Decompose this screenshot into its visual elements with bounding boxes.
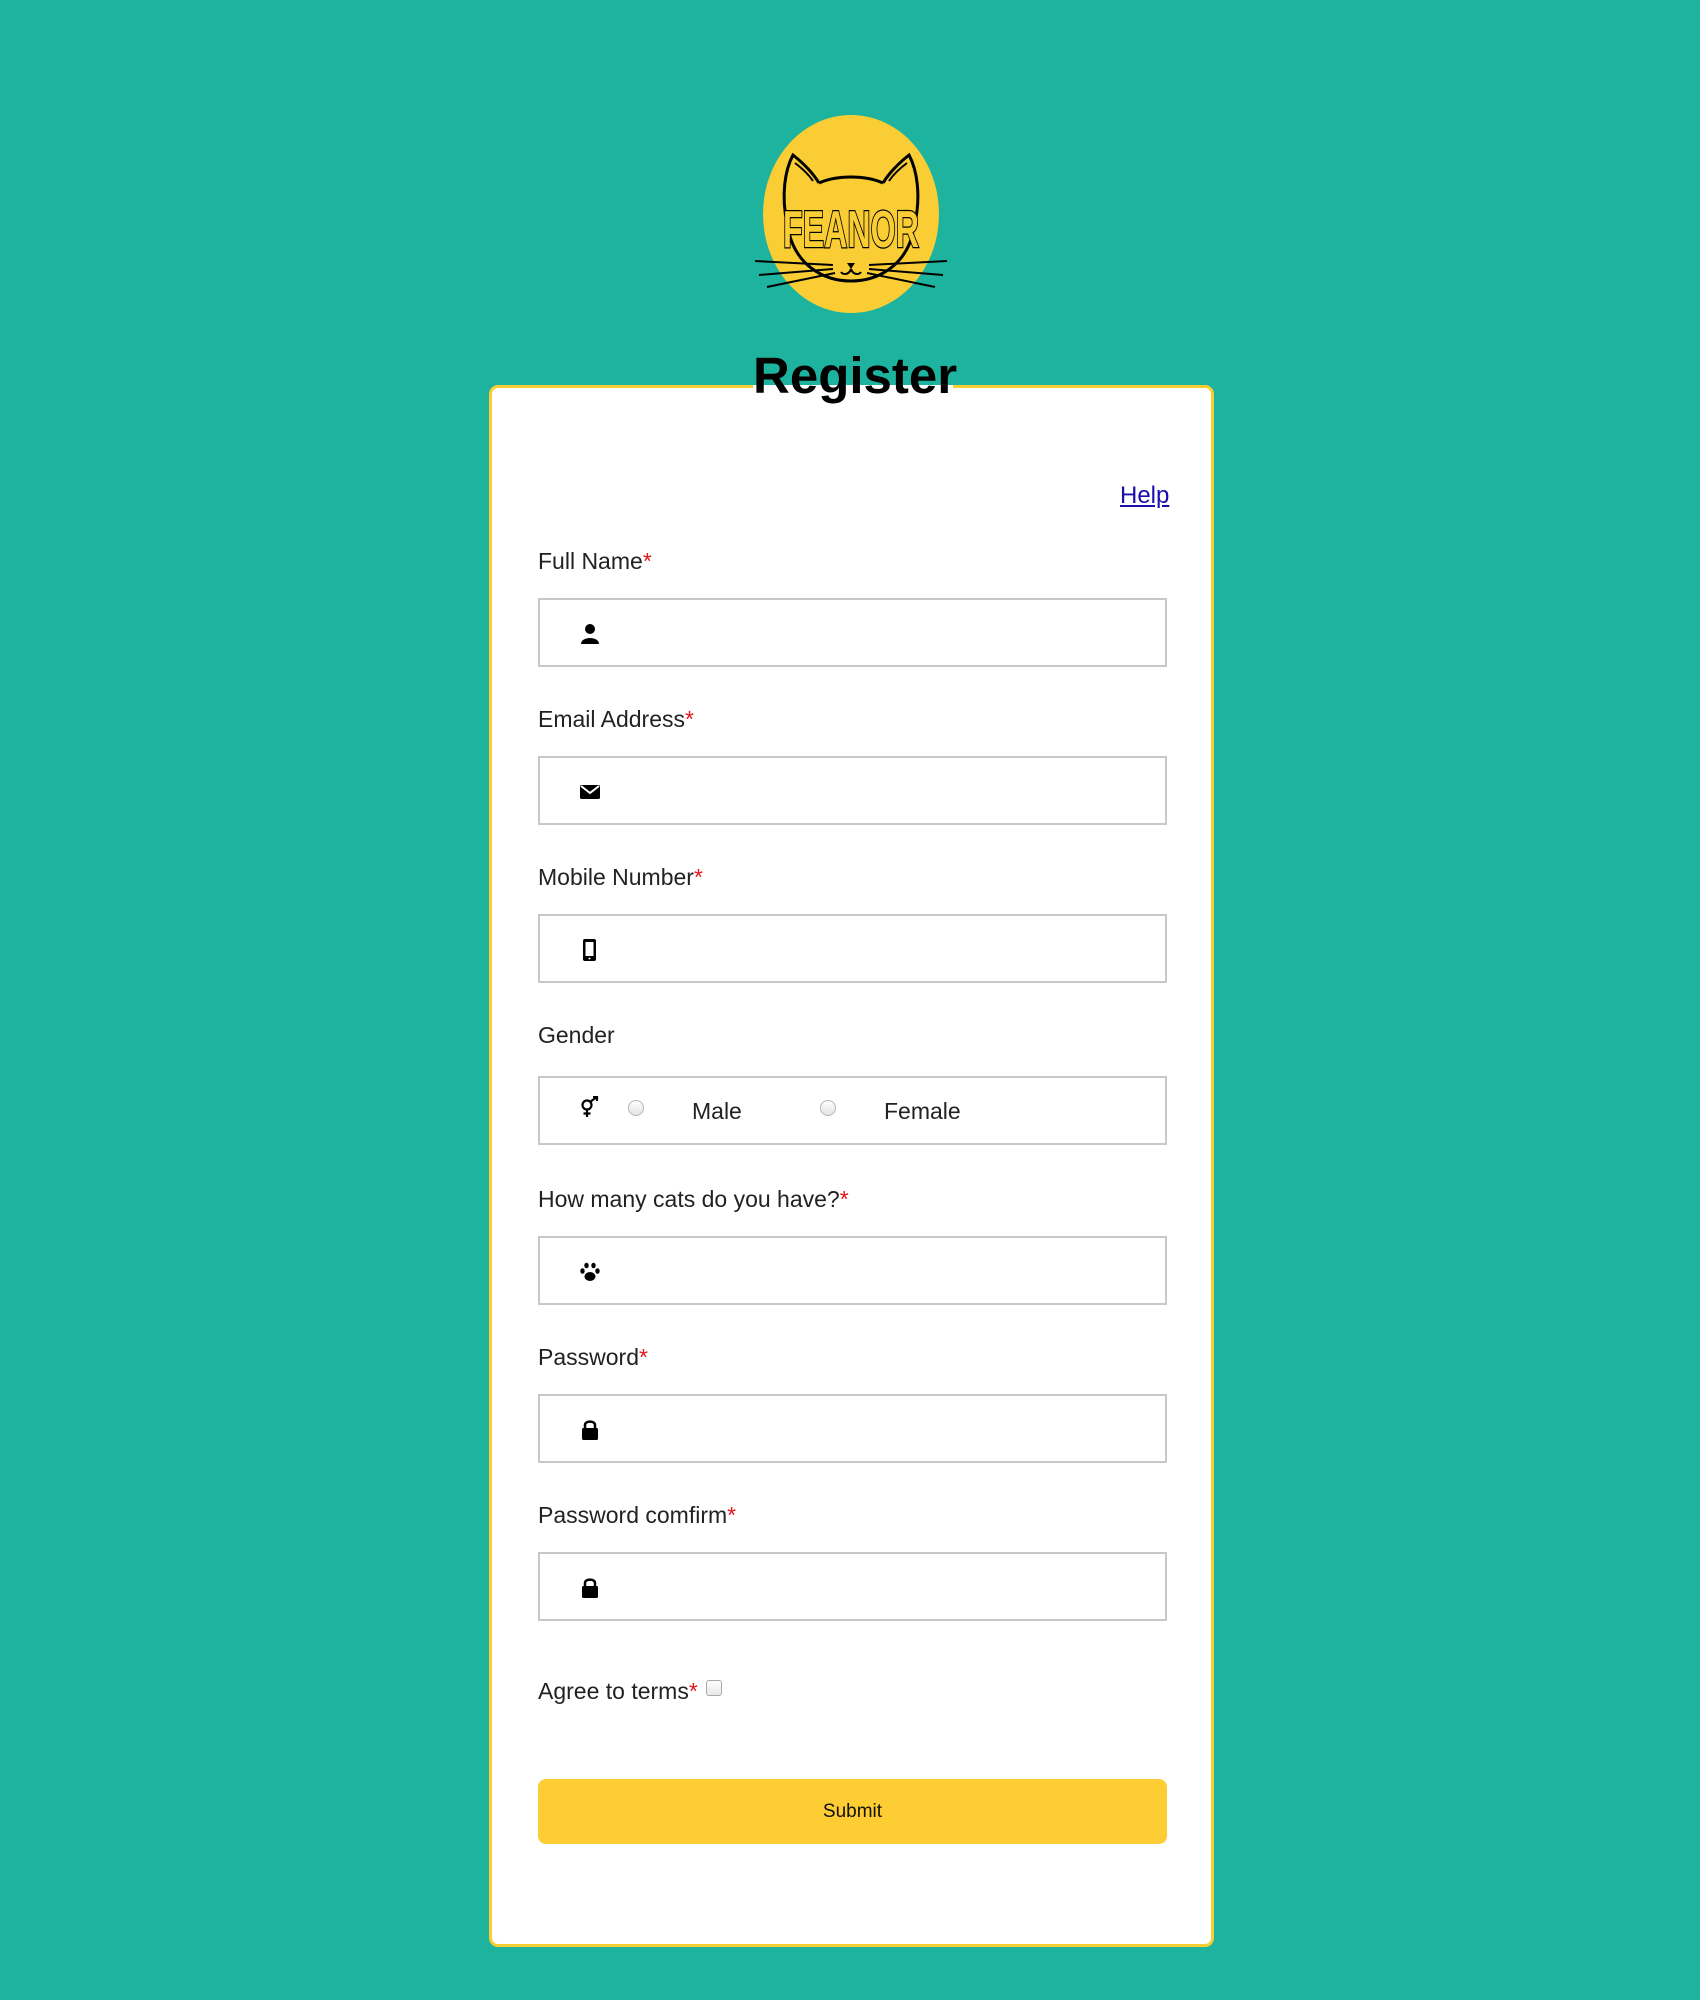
gender-icon <box>578 1096 602 1120</box>
password-confirm-input-box[interactable] <box>538 1552 1167 1621</box>
mobile-input[interactable] <box>610 916 1150 981</box>
email-input-box[interactable] <box>538 756 1167 825</box>
full-name-label: Full Name* <box>538 548 652 574</box>
mobile-label: Mobile Number* <box>538 864 703 890</box>
envelope-icon <box>578 780 602 804</box>
required-marker: * <box>727 1502 737 1528</box>
required-marker: * <box>642 548 652 574</box>
required-marker: * <box>688 1678 698 1704</box>
feanor-logo: FEANOR <box>754 115 948 313</box>
female-label[interactable]: Female <box>884 1098 961 1125</box>
user-icon <box>578 622 602 646</box>
mobile-phone-icon <box>578 938 602 962</box>
cats-label: How many cats do you have?* <box>538 1186 849 1212</box>
gender-input-box: Male Female <box>538 1076 1167 1145</box>
full-name-input[interactable] <box>610 600 1150 665</box>
required-marker: * <box>638 1344 648 1370</box>
help-link[interactable]: Help <box>1120 482 1169 510</box>
required-marker: * <box>685 706 694 732</box>
female-radio[interactable] <box>820 1100 836 1116</box>
password-label: Password* <box>538 1344 648 1370</box>
male-label[interactable]: Male <box>692 1098 742 1125</box>
page-title: Register <box>753 344 957 408</box>
terms-label: Agree to terms* <box>538 1678 698 1704</box>
lock-icon <box>578 1576 602 1600</box>
terms-checkbox[interactable] <box>706 1680 722 1696</box>
password-input-box[interactable] <box>538 1394 1167 1463</box>
submit-button[interactable]: Submit <box>538 1779 1167 1844</box>
required-marker: * <box>839 1186 849 1212</box>
password-confirm-input[interactable] <box>610 1554 1150 1619</box>
email-input[interactable] <box>610 758 1150 823</box>
email-label: Email Address* <box>538 706 694 732</box>
password-input[interactable] <box>610 1396 1150 1461</box>
password-confirm-label: Password comfirm* <box>538 1502 737 1528</box>
full-name-input-box[interactable] <box>538 598 1167 667</box>
cats-input[interactable] <box>610 1238 1150 1303</box>
mobile-input-box[interactable] <box>538 914 1167 983</box>
male-radio[interactable] <box>628 1100 644 1116</box>
required-marker: * <box>693 864 703 890</box>
paw-icon <box>578 1260 602 1284</box>
gender-label: Gender <box>538 1022 615 1048</box>
logo-text: FEANOR <box>783 201 919 259</box>
cats-input-box[interactable] <box>538 1236 1167 1305</box>
cat-face-logo-icon: FEANOR <box>754 152 948 288</box>
lock-icon <box>578 1418 602 1442</box>
